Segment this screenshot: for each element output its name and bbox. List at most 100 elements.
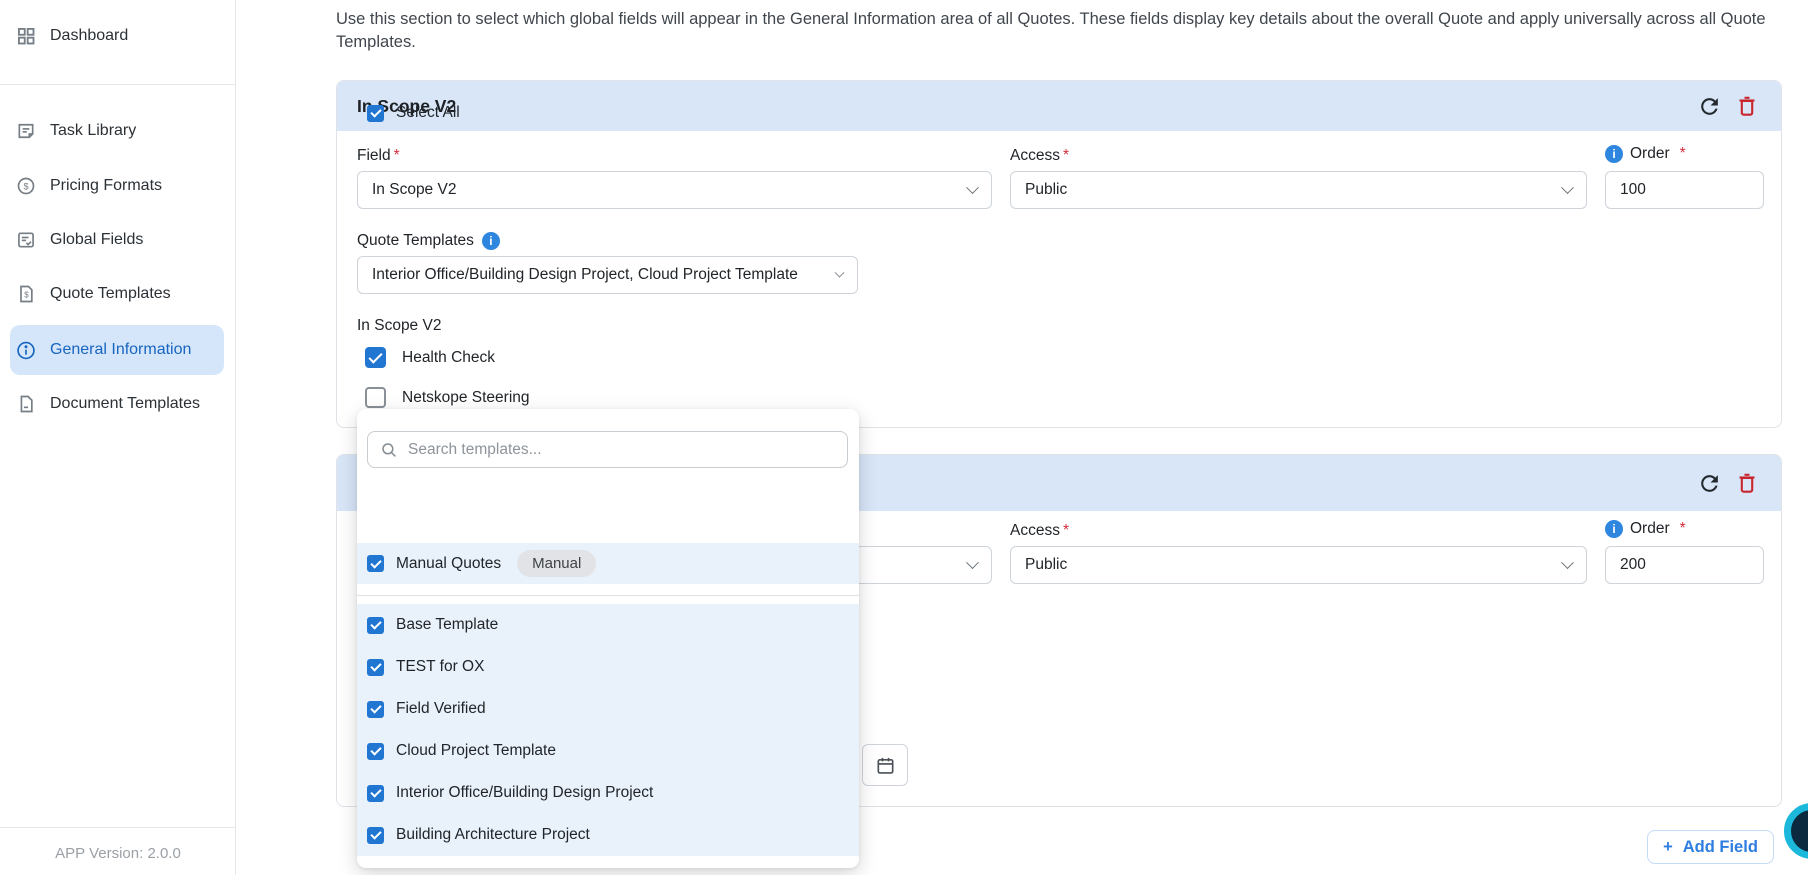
- access-label: Access *: [1010, 147, 1070, 164]
- search-input[interactable]: [408, 440, 835, 459]
- option-template[interactable]: Base Template: [357, 604, 859, 646]
- chevron-down-icon: [966, 180, 979, 194]
- sidebar-item-dashboard[interactable]: Dashboard: [10, 14, 224, 58]
- task-note-icon: [18, 123, 34, 139]
- option-label: Interior Office/Building Design Project: [396, 784, 654, 801]
- info-circle-icon: [17, 341, 35, 359]
- dollar-document-icon: $: [20, 285, 33, 303]
- document-icon: [20, 395, 33, 413]
- checkbox-row-netskope-steering[interactable]: Netskope Steering: [365, 387, 530, 408]
- option-template[interactable]: Interior Office/Building Design Project: [357, 772, 859, 814]
- option-label: Building Architecture Project: [396, 826, 590, 843]
- checklist-icon: [18, 232, 34, 248]
- plus-icon: +: [1663, 837, 1673, 856]
- dashboard-grid-icon: [18, 28, 35, 45]
- checkbox-checked-icon[interactable]: [367, 742, 384, 760]
- refresh-button[interactable]: [1695, 92, 1723, 120]
- search-icon: [382, 442, 396, 457]
- order-label: Order*: [1605, 520, 1686, 538]
- delete-button[interactable]: [1733, 92, 1761, 120]
- field-select[interactable]: In Scope V2: [357, 171, 992, 209]
- sidebar-item-label: General Information: [50, 341, 192, 358]
- checkbox-checked-icon[interactable]: [367, 826, 384, 844]
- order-label: Order*: [1605, 145, 1686, 163]
- checkbox-checked-icon[interactable]: [367, 555, 384, 572]
- refresh-icon: [1700, 474, 1718, 492]
- sidebar-item-label: Dashboard: [50, 27, 129, 44]
- add-field-label: Add Field: [1682, 837, 1758, 856]
- add-field-button[interactable]: + Add Field: [1647, 830, 1774, 864]
- checkbox-label: Health Check: [402, 348, 496, 366]
- manual-badge: Manual: [517, 550, 597, 577]
- sidebar-divider: [0, 827, 236, 828]
- sidebar-item-label: Document Templates: [50, 395, 200, 412]
- chevron-down-icon: [966, 555, 979, 569]
- refresh-button[interactable]: [1695, 469, 1723, 497]
- quote-templates-label: Quote Templates: [357, 232, 500, 250]
- access-select[interactable]: Public: [1010, 546, 1587, 584]
- sidebar-item-global-fields[interactable]: Global Fields: [10, 218, 224, 262]
- option-label: Field Verified: [396, 700, 486, 717]
- option-template[interactable]: Building Architecture Project: [357, 814, 859, 856]
- chevron-down-icon: [1561, 555, 1574, 569]
- option-template[interactable]: TEST for OX: [357, 646, 859, 688]
- quote-templates-multiselect[interactable]: Interior Office/Building Design Project,…: [357, 256, 858, 294]
- option-label: Base Template: [396, 616, 499, 633]
- option-manual-quotes[interactable]: Manual Quotes Manual: [357, 543, 859, 584]
- svg-text:$: $: [23, 181, 28, 191]
- option-label: Manual Quotes: [396, 554, 502, 572]
- sidebar-item-document-templates[interactable]: Document Templates: [10, 382, 224, 426]
- checkbox-row-health-check[interactable]: Health Check: [365, 347, 495, 368]
- info-icon[interactable]: [1605, 145, 1623, 163]
- checkbox-checked-icon[interactable]: [367, 616, 384, 634]
- checkbox-group-label: In Scope V2: [357, 317, 442, 334]
- app-window: Dashboard Task Library $ Pricing Formats…: [0, 0, 1808, 875]
- info-icon[interactable]: [1605, 520, 1623, 538]
- template-search[interactable]: [367, 431, 848, 468]
- option-label: Cloud Project Template: [396, 742, 556, 759]
- sidebar-item-general-information[interactable]: General Information: [10, 325, 224, 375]
- field-select-value: In Scope V2: [372, 181, 457, 198]
- sidebar-item-pricing-formats[interactable]: $ Pricing Formats: [10, 164, 224, 208]
- date-picker-button[interactable]: [862, 744, 908, 786]
- checkbox-checked-icon[interactable]: [367, 784, 384, 802]
- checkbox-checked-icon[interactable]: [367, 104, 384, 122]
- checkbox-unchecked-icon[interactable]: [365, 387, 386, 408]
- option-template[interactable]: Cloud Project Template: [357, 730, 859, 772]
- access-select-value: Public: [1025, 556, 1068, 573]
- app-version: APP Version: 2.0.0: [55, 845, 181, 862]
- access-label: Access *: [1010, 522, 1070, 539]
- chevron-down-icon: [834, 267, 845, 278]
- quote-templates-value: Interior Office/Building Design Project,…: [372, 266, 798, 283]
- field-label: Field *: [357, 147, 400, 164]
- panel-divider: [357, 595, 859, 596]
- svg-text:$: $: [24, 290, 29, 299]
- checkbox-checked-icon[interactable]: [365, 347, 386, 368]
- select-all-option[interactable]: Select All: [357, 96, 859, 130]
- access-select-value: Public: [1025, 181, 1068, 198]
- access-select[interactable]: Public: [1010, 171, 1587, 209]
- checkbox-checked-icon[interactable]: [367, 658, 384, 676]
- templates-dropdown-panel: Select All Manual Quotes Manual Base Tem…: [357, 104, 859, 868]
- option-label: Select All: [396, 104, 460, 121]
- chevron-down-icon: [1561, 180, 1574, 194]
- refresh-icon: [1700, 97, 1718, 115]
- trash-icon: [1739, 96, 1755, 116]
- option-template[interactable]: Field Verified: [357, 688, 859, 730]
- order-input[interactable]: [1605, 171, 1764, 209]
- order-input[interactable]: [1605, 546, 1764, 584]
- sidebar-item-quote-templates[interactable]: $ Quote Templates: [10, 272, 224, 316]
- sidebar-item-label: Quote Templates: [50, 285, 171, 302]
- dollar-circle-icon: $: [17, 177, 35, 195]
- sidebar-divider: [0, 84, 236, 85]
- checkbox-checked-icon[interactable]: [367, 700, 384, 718]
- info-icon[interactable]: [481, 232, 500, 250]
- sidebar-item-task-library[interactable]: Task Library: [10, 109, 224, 153]
- calendar-icon: [876, 757, 894, 774]
- sidebar-item-label: Pricing Formats: [50, 177, 163, 194]
- checkbox-label: Netskope Steering: [402, 388, 530, 406]
- delete-button[interactable]: [1733, 469, 1761, 497]
- sidebar-item-label: Global Fields: [50, 231, 144, 248]
- chat-widget-button[interactable]: [1784, 803, 1808, 859]
- sidebar: Dashboard Task Library $ Pricing Formats…: [0, 0, 236, 875]
